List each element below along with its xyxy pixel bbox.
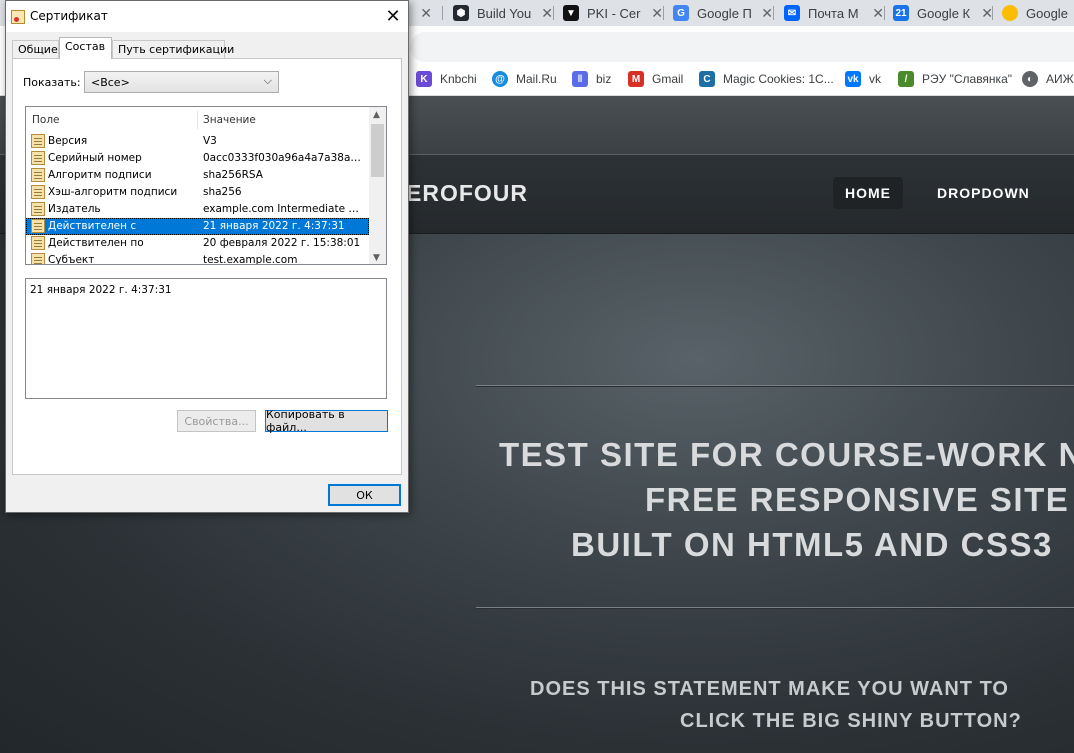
sub-line-2: CLICK THE BIG SHINY BUTTON?	[680, 710, 1022, 732]
hero-line-3: BUILT ON HTML5 AND CSS3	[571, 526, 1053, 563]
tab-separator	[992, 6, 993, 20]
scroll-up-icon[interactable]: ▲	[373, 110, 380, 120]
certificate-dialog: Сертификат ✕ Общие Состав Путь сертифика…	[5, 0, 409, 513]
tab-separator	[663, 6, 664, 20]
list-item[interactable]: Алгоритм подписи sha256RSA	[26, 167, 369, 184]
bookmark-biz[interactable]: ‖ biz	[572, 70, 611, 88]
bookmark-icon: K	[416, 71, 432, 87]
tab-close-icon[interactable]: ✕	[414, 0, 436, 26]
show-dropdown[interactable]: <Все> ⌵	[84, 71, 279, 93]
gmail-icon: M	[628, 71, 644, 87]
divider	[476, 607, 1074, 609]
vk-icon: vk	[845, 71, 861, 87]
divider	[476, 385, 1074, 387]
list-item[interactable]: Издатель example.com Intermediate Au...	[26, 201, 369, 218]
globe-icon: ◐	[1022, 71, 1038, 87]
column-divider[interactable]	[197, 111, 198, 129]
bookmark-magic-cookies[interactable]: C Magic Cookies: 1С...	[699, 70, 834, 88]
list-item-selected[interactable]: Действителен с 21 января 2022 г. 4:37:31	[26, 218, 369, 235]
bookmark-vk[interactable]: vk vk	[845, 70, 881, 88]
column-header-field[interactable]: Поле	[32, 114, 60, 126]
field-icon	[31, 236, 45, 250]
hero-line-1: TEST SITE FOR COURSE-WORK N	[499, 436, 1074, 473]
close-icon[interactable]: ✕	[378, 1, 408, 32]
list-item[interactable]: Хэш-алгоритм подписи sha256	[26, 184, 369, 201]
field-detail-textbox[interactable]: 21 января 2022 г. 4:37:31	[25, 278, 387, 399]
show-label: Показать:	[23, 76, 81, 89]
list-header: Поле Значение	[26, 107, 369, 131]
bookmark-mailru[interactable]: @ Mail.Ru	[492, 70, 557, 88]
sub-line-1: DOES THIS STATEMENT MAKE YOU WANT TO	[530, 678, 1009, 700]
browser-tab-mail[interactable]: ✉ Почта М ✕	[784, 0, 884, 26]
nav-dropdown-link[interactable]: DROPDOWN	[937, 185, 1030, 201]
tab-icon-pki: ▼	[563, 5, 579, 21]
dialog-title: Сертификат	[30, 9, 108, 23]
list-item[interactable]: Субъект test.example.com	[26, 252, 369, 264]
copy-to-file-button[interactable]: Копировать в файл...	[265, 408, 388, 434]
browser-tab-google-keep[interactable]: Google	[1002, 0, 1074, 26]
tab-separator	[553, 6, 554, 20]
bookmark-aizh[interactable]: ◐ АИЖ	[1022, 70, 1074, 88]
bookmark-gmail[interactable]: M Gmail	[628, 70, 683, 88]
field-icon	[31, 185, 45, 199]
hero-line-2: FREE RESPONSIVE SITE T	[645, 481, 1074, 518]
list-item[interactable]: Серийный номер 0acc0333f030a96a4a7a38a58…	[26, 150, 369, 167]
tab-icon-google-calendar: 21	[893, 5, 909, 21]
tab-close-icon[interactable]: ✕	[541, 5, 553, 22]
chevron-down-icon: ⌵	[263, 74, 272, 87]
bookmark-icon: /	[898, 71, 914, 87]
bookmark-icon: C	[699, 71, 715, 87]
scroll-down-icon[interactable]: ▼	[373, 253, 380, 263]
tab-separator	[442, 6, 443, 20]
browser-tab-build[interactable]: ⬢ Build You ✕	[453, 0, 553, 26]
tab-details[interactable]: Состав	[59, 37, 112, 59]
tab-icon-build: ⬢	[453, 5, 469, 21]
properties-button[interactable]: Свойства...	[177, 410, 256, 432]
dialog-titlebar[interactable]: Сертификат ✕	[6, 1, 408, 32]
address-bar[interactable]	[410, 32, 1074, 62]
tab-icon-google-translate: G	[673, 5, 689, 21]
bookmark-reu[interactable]: / РЭУ "Славянка"	[898, 70, 1012, 88]
fields-list[interactable]: Поле Значение Версия V3 Серийный номер 0…	[25, 106, 387, 265]
scroll-thumb[interactable]	[371, 124, 384, 177]
site-logo[interactable]: EROFOUR	[406, 180, 528, 207]
browser-tab-pki[interactable]: ▼ PKI - Cer ✕	[563, 0, 663, 26]
bookmark-knbchi[interactable]: K Knbchi	[416, 70, 477, 88]
list-item[interactable]: Действителен по 20 февраля 2022 г. 15:38…	[26, 235, 369, 252]
browser-tab-google-calendar[interactable]: 21 Google К ✕	[893, 0, 993, 26]
tab-close-icon[interactable]: ✕	[651, 5, 663, 22]
field-icon	[31, 151, 45, 165]
bookmark-icon: ‖	[572, 71, 588, 87]
bookmark-icon: @	[492, 71, 508, 87]
ok-button[interactable]: ОК	[328, 484, 401, 506]
field-icon	[31, 219, 45, 233]
field-icon	[31, 134, 45, 148]
tab-close-icon[interactable]: ✕	[872, 5, 884, 22]
field-icon	[31, 253, 45, 264]
nav-home-link[interactable]: HOME	[833, 177, 903, 209]
tab-close-icon[interactable]: ✕	[761, 5, 773, 22]
tab-icon-mail: ✉	[784, 5, 800, 21]
browser-tab-google-translate[interactable]: G Google П ✕	[673, 0, 773, 26]
certificate-icon	[11, 10, 25, 24]
field-icon	[31, 168, 45, 182]
list-item[interactable]: Версия V3	[26, 133, 369, 150]
field-icon	[31, 202, 45, 216]
tab-icon-google-keep	[1002, 5, 1018, 21]
show-dropdown-value: <Все>	[91, 76, 130, 89]
tab-separator	[773, 6, 774, 20]
column-header-value[interactable]: Значение	[203, 114, 256, 126]
list-scrollbar[interactable]: ▲ ▼	[369, 107, 386, 264]
tab-general[interactable]: Общие	[12, 40, 59, 59]
tab-certification-path[interactable]: Путь сертификации	[112, 40, 234, 59]
tab-separator	[884, 6, 885, 20]
